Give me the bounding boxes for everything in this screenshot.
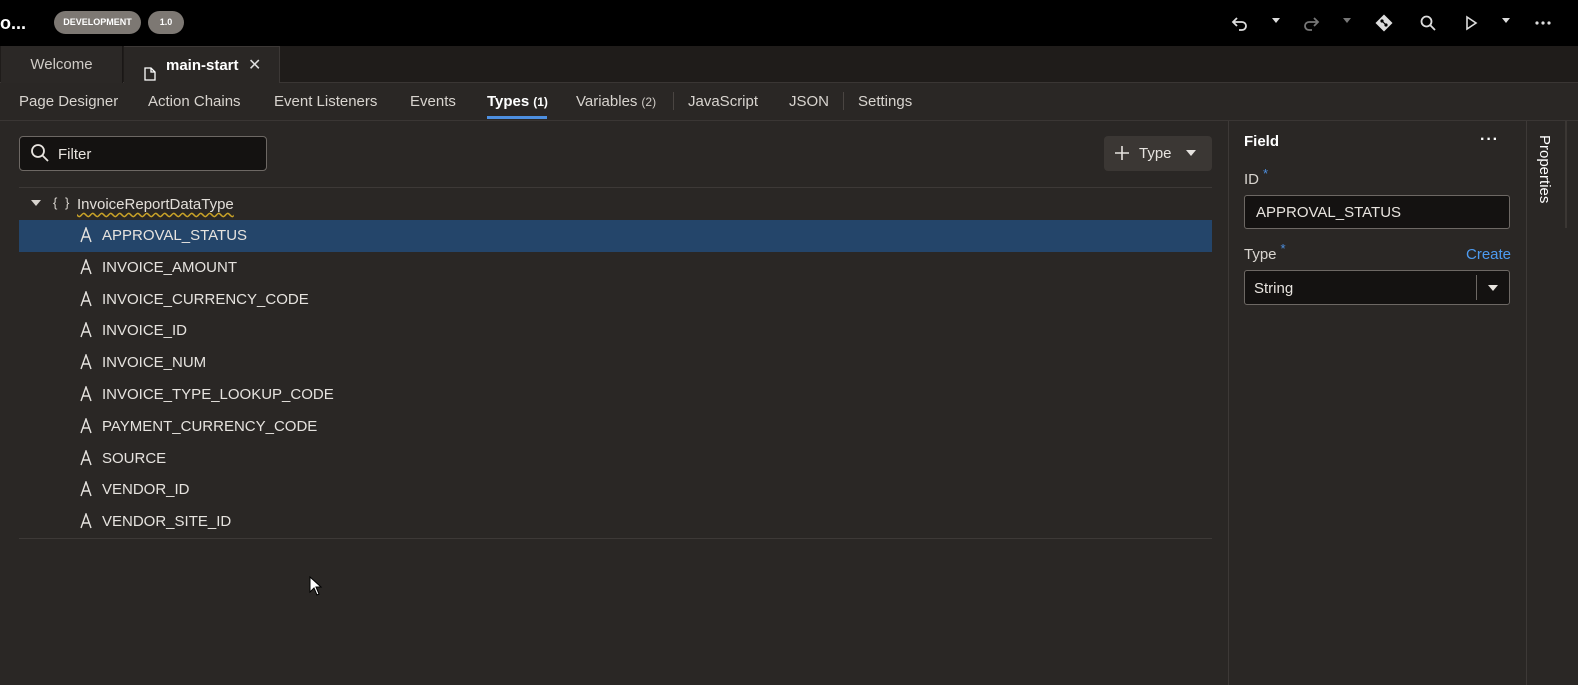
field-row[interactable]: APPROVAL_STATUS: [19, 220, 1212, 252]
tab-action-chains[interactable]: Action Chains: [148, 93, 241, 110]
field-row[interactable]: INVOICE_AMOUNT: [19, 252, 1212, 284]
more-icon[interactable]: [1531, 11, 1555, 35]
app-title[interactable]: o...: [0, 13, 26, 34]
field-row[interactable]: PAYMENT_CURRENCY_CODE: [19, 411, 1212, 443]
string-type-icon: [79, 320, 93, 343]
id-label-text: ID: [1244, 171, 1259, 188]
id-field[interactable]: [1244, 195, 1510, 229]
id-label: ID *: [1244, 166, 1268, 188]
active-tab-indicator: [487, 116, 547, 119]
tab-separator: [673, 92, 674, 110]
field-row[interactable]: INVOICE_TYPE_LOOKUP_CODE: [19, 379, 1212, 411]
type-select-value: String: [1254, 280, 1294, 297]
tab-types-count: (1): [533, 95, 548, 109]
tab-event-listeners[interactable]: Event Listeners: [274, 93, 377, 110]
tab-page-designer[interactable]: Page Designer: [19, 93, 118, 110]
undo-menu-caret[interactable]: [1272, 18, 1280, 23]
tab-variables-label: Variables: [576, 93, 638, 110]
chevron-down-icon[interactable]: [1488, 285, 1498, 291]
string-type-icon: [79, 416, 93, 439]
field-name: INVOICE_CURRENCY_CODE: [102, 291, 309, 308]
environment-badge[interactable]: DEVELOPMENT: [54, 11, 141, 34]
string-type-icon: [79, 384, 93, 407]
run-icon[interactable]: [1459, 11, 1483, 35]
properties-rail-label: Properties: [1536, 135, 1553, 204]
field-name: SOURCE: [102, 450, 167, 467]
tab-separator: [843, 92, 844, 110]
version-badge[interactable]: 1.0: [148, 11, 184, 34]
field-name: APPROVAL_STATUS: [102, 227, 248, 244]
plus-icon: [1114, 140, 1130, 167]
redo-menu-caret[interactable]: [1343, 18, 1351, 23]
mouse-cursor-icon: [309, 575, 323, 601]
tab-json[interactable]: JSON: [789, 93, 829, 110]
filter-field[interactable]: [19, 136, 267, 171]
properties-rail-tab[interactable]: Properties: [1527, 121, 1567, 228]
expand-collapse-icon[interactable]: [31, 200, 41, 206]
field-name: INVOICE_TYPE_LOOKUP_CODE: [102, 386, 334, 403]
panel-divider: [1228, 121, 1229, 685]
filter-input[interactable]: [56, 143, 256, 165]
field-name: VENDOR_ID: [102, 481, 190, 498]
tab-settings[interactable]: Settings: [858, 93, 912, 110]
editor-tab-bar: Page Designer Action Chains Event Listen…: [0, 83, 1578, 121]
string-type-icon: [79, 511, 93, 534]
git-icon[interactable]: [1372, 11, 1396, 35]
required-mark: *: [1263, 166, 1269, 181]
field-name: INVOICE_ID: [102, 322, 188, 339]
undo-icon[interactable]: [1228, 11, 1252, 35]
chevron-down-icon: [1186, 150, 1196, 156]
string-type-icon: [79, 257, 93, 280]
panel-title: Field: [1244, 133, 1280, 150]
create-type-link[interactable]: Create: [1466, 246, 1511, 263]
string-type-icon: [79, 289, 93, 312]
object-type-icon: { }: [53, 195, 72, 210]
field-row[interactable]: VENDOR_SITE_ID: [19, 506, 1212, 538]
redo-icon[interactable]: [1299, 11, 1323, 35]
add-type-button[interactable]: Type: [1104, 136, 1212, 171]
tab-types[interactable]: Types (1): [487, 93, 548, 110]
tab-variables-count: (2): [641, 95, 657, 109]
tab-javascript[interactable]: JavaScript: [688, 93, 758, 110]
run-menu-caret[interactable]: [1502, 18, 1510, 23]
type-label: Type *: [1244, 241, 1286, 263]
string-type-icon: [79, 479, 93, 502]
required-mark: *: [1280, 241, 1286, 256]
tab-types-label: Types: [487, 93, 530, 110]
top-bar: o... DEVELOPMENT 1.0: [0, 0, 1578, 46]
string-type-icon: [79, 352, 93, 375]
field-row[interactable]: INVOICE_NUM: [19, 347, 1212, 379]
tab-events[interactable]: Events: [410, 93, 456, 110]
add-type-label: Type: [1139, 145, 1172, 162]
search-icon: [30, 143, 50, 168]
file-tab-label: main-start: [166, 57, 239, 74]
field-row[interactable]: VENDOR_ID: [19, 474, 1212, 506]
search-icon[interactable]: [1416, 11, 1440, 35]
field-row[interactable]: SOURCE: [19, 443, 1212, 475]
divider: [19, 538, 1212, 539]
field-name: PAYMENT_CURRENCY_CODE: [102, 418, 318, 435]
field-row[interactable]: INVOICE_ID: [19, 315, 1212, 347]
field-row[interactable]: INVOICE_CURRENCY_CODE: [19, 284, 1212, 316]
file-tab-welcome[interactable]: Welcome: [1, 46, 123, 83]
tab-variables[interactable]: Variables (2): [576, 93, 656, 110]
field-name: INVOICE_NUM: [102, 354, 207, 371]
close-tab-icon[interactable]: ✕: [248, 47, 261, 84]
id-input[interactable]: [1254, 202, 1494, 222]
file-tab-main-start[interactable]: main-start ✕: [124, 46, 280, 83]
field-name: INVOICE_AMOUNT: [102, 259, 238, 276]
file-tab-bar: Welcome main-start ✕: [0, 46, 1578, 83]
type-label-text: Type: [1244, 246, 1277, 263]
type-node[interactable]: { } InvoiceReportDataType: [19, 188, 1212, 220]
field-name: VENDOR_SITE_ID: [102, 513, 232, 530]
string-type-icon: [79, 448, 93, 471]
type-select[interactable]: String: [1244, 270, 1510, 305]
type-name: InvoiceReportDataType: [77, 196, 234, 213]
more-options-icon[interactable]: ···: [1480, 131, 1499, 149]
select-divider: [1476, 275, 1477, 300]
string-type-icon: [79, 225, 93, 248]
